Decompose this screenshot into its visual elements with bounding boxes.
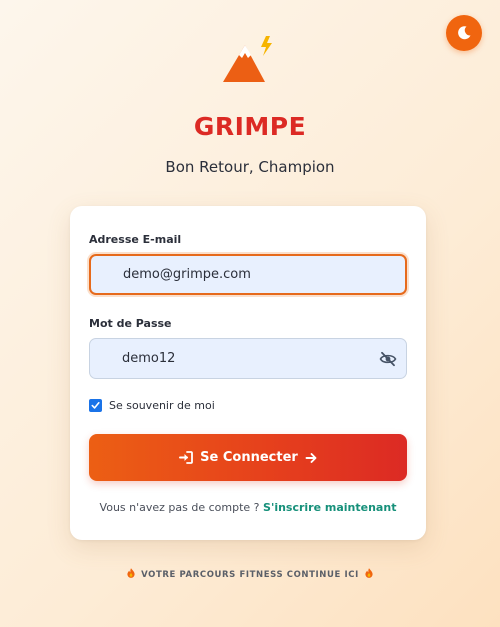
signup-prompt-text: Vous n'avez pas de compte ? <box>99 501 260 514</box>
login-card: Adresse E-mail Mot de Passe Se souvenir … <box>70 206 426 540</box>
fire-icon <box>126 568 135 578</box>
eye-slash-icon[interactable] <box>379 351 397 367</box>
signup-prompt: Vous n'avez pas de compte ? S'inscrire m… <box>70 501 426 514</box>
remember-me: Se souvenir de moi <box>89 399 215 412</box>
mountain-lightning-icon <box>223 36 272 82</box>
welcome-subtitle: Bon Retour, Champion <box>165 158 335 176</box>
sign-in-icon <box>179 451 194 464</box>
password-label: Mot de Passe <box>89 317 172 330</box>
signup-link[interactable]: S'inscrire maintenant <box>263 501 396 514</box>
email-input[interactable] <box>91 256 373 293</box>
theme-toggle-button[interactable] <box>446 15 482 51</box>
email-field-wrapper <box>89 254 407 295</box>
remember-label: Se souvenir de moi <box>109 399 215 412</box>
fire-icon <box>365 568 374 578</box>
footer-tagline: VOTRE PARCOURS FITNESS CONTINUE ICI <box>0 568 500 580</box>
brand-name: GRIMPE <box>193 112 307 141</box>
arrow-right-icon <box>305 452 317 463</box>
footer-text: VOTRE PARCOURS FITNESS CONTINUE ICI <box>141 570 359 580</box>
password-field-wrapper <box>89 338 407 379</box>
login-button-label: Se Connecter <box>200 450 298 465</box>
moon-icon <box>458 26 471 40</box>
email-label: Adresse E-mail <box>89 233 182 246</box>
check-icon <box>91 401 100 409</box>
login-button[interactable]: Se Connecter <box>89 434 407 481</box>
remember-checkbox[interactable] <box>89 399 102 412</box>
password-input[interactable] <box>90 339 372 378</box>
